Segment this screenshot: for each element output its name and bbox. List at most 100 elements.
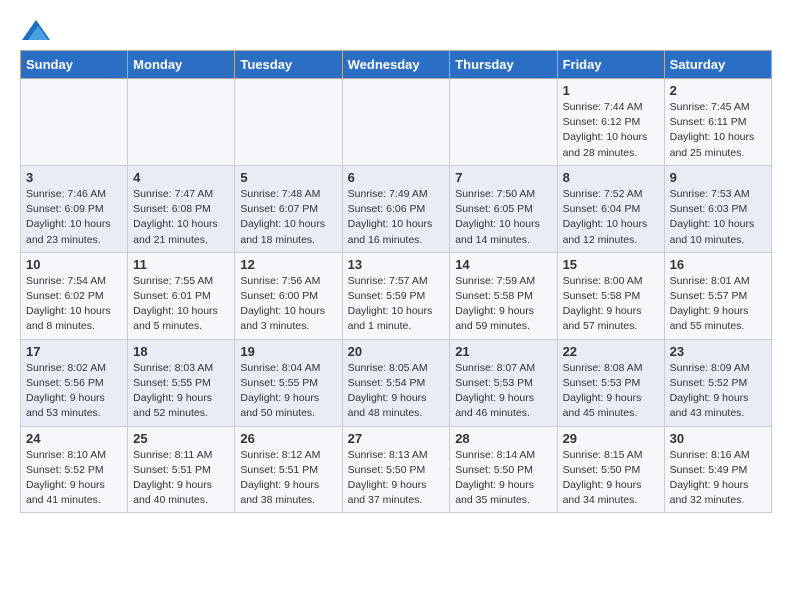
day-info: Sunrise: 7:52 AM Sunset: 6:04 PM Dayligh… (563, 187, 659, 248)
day-info: Sunrise: 8:02 AM Sunset: 5:56 PM Dayligh… (26, 361, 122, 422)
day-info: Sunrise: 8:12 AM Sunset: 5:51 PM Dayligh… (240, 448, 336, 509)
calendar-cell: 10 Sunrise: 7:54 AM Sunset: 6:02 PM Dayli… (21, 252, 128, 339)
day-info: Sunrise: 8:15 AM Sunset: 5:50 PM Dayligh… (563, 448, 659, 509)
calendar-week-row: 1 Sunrise: 7:44 AM Sunset: 6:12 PM Daylig… (21, 79, 772, 166)
calendar-cell: 15Sunrise: 8:00 AM Sunset: 5:58 PM Dayli… (557, 252, 664, 339)
calendar-cell: 11 Sunrise: 7:55 AM Sunset: 6:01 PM Dayli… (128, 252, 235, 339)
day-number: 10 (26, 257, 122, 272)
day-info: Sunrise: 8:11 AM Sunset: 5:51 PM Dayligh… (133, 448, 229, 509)
calendar-cell: 18Sunrise: 8:03 AM Sunset: 5:55 PM Dayli… (128, 339, 235, 426)
day-number: 25 (133, 431, 229, 446)
calendar-cell (128, 79, 235, 166)
day-info: Sunrise: 7:47 AM Sunset: 6:08 PM Dayligh… (133, 187, 229, 248)
weekday-header-tuesday: Tuesday (235, 51, 342, 79)
day-info: Sunrise: 7:46 AM Sunset: 6:09 PM Dayligh… (26, 187, 122, 248)
calendar-cell: 20 Sunrise: 8:05 AM Sunset: 5:54 PM Dayli… (342, 339, 450, 426)
calendar-cell: 4 Sunrise: 7:47 AM Sunset: 6:08 PM Daylig… (128, 165, 235, 252)
day-number: 23 (670, 344, 766, 359)
calendar-week-row: 3 Sunrise: 7:46 AM Sunset: 6:09 PM Daylig… (21, 165, 772, 252)
calendar-cell: 28 Sunrise: 8:14 AM Sunset: 5:50 PM Dayli… (450, 426, 557, 513)
calendar-cell: 1 Sunrise: 7:44 AM Sunset: 6:12 PM Daylig… (557, 79, 664, 166)
day-info: Sunrise: 7:49 AM Sunset: 6:06 PM Dayligh… (348, 187, 445, 248)
day-info: Sunrise: 7:44 AM Sunset: 6:12 PM Dayligh… (563, 100, 659, 161)
day-info: Sunrise: 8:14 AM Sunset: 5:50 PM Dayligh… (455, 448, 551, 509)
day-info: Sunrise: 8:05 AM Sunset: 5:54 PM Dayligh… (348, 361, 445, 422)
day-number: 16 (670, 257, 766, 272)
calendar-week-row: 17 Sunrise: 8:02 AM Sunset: 5:56 PM Dayli… (21, 339, 772, 426)
calendar-cell: 3 Sunrise: 7:46 AM Sunset: 6:09 PM Daylig… (21, 165, 128, 252)
calendar-cell: 26 Sunrise: 8:12 AM Sunset: 5:51 PM Dayli… (235, 426, 342, 513)
day-info: Sunrise: 7:57 AM Sunset: 5:59 PM Dayligh… (348, 274, 445, 335)
calendar-table: SundayMondayTuesdayWednesdayThursdayFrid… (20, 50, 772, 513)
calendar-cell (450, 79, 557, 166)
day-info: Sunrise: 8:00 AM Sunset: 5:58 PM Dayligh… (563, 274, 659, 335)
day-number: 27 (348, 431, 445, 446)
day-number: 12 (240, 257, 336, 272)
day-number: 4 (133, 170, 229, 185)
day-info: Sunrise: 8:09 AM Sunset: 5:52 PM Dayligh… (670, 361, 766, 422)
day-number: 26 (240, 431, 336, 446)
weekday-header-sunday: Sunday (21, 51, 128, 79)
calendar-cell: 24 Sunrise: 8:10 AM Sunset: 5:52 PM Dayli… (21, 426, 128, 513)
day-number: 5 (240, 170, 336, 185)
day-info: Sunrise: 8:04 AM Sunset: 5:55 PM Dayligh… (240, 361, 336, 422)
weekday-header-saturday: Saturday (664, 51, 771, 79)
page: SundayMondayTuesdayWednesdayThursdayFrid… (0, 0, 792, 523)
day-number: 18 (133, 344, 229, 359)
weekday-header-friday: Friday (557, 51, 664, 79)
day-info: Sunrise: 8:16 AM Sunset: 5:49 PM Dayligh… (670, 448, 766, 509)
calendar-cell: 7 Sunrise: 7:50 AM Sunset: 6:05 PM Daylig… (450, 165, 557, 252)
calendar-cell: 25 Sunrise: 8:11 AM Sunset: 5:51 PM Dayli… (128, 426, 235, 513)
day-number: 29 (563, 431, 659, 446)
day-info: Sunrise: 7:50 AM Sunset: 6:05 PM Dayligh… (455, 187, 551, 248)
day-number: 24 (26, 431, 122, 446)
day-info: Sunrise: 7:59 AM Sunset: 5:58 PM Dayligh… (455, 274, 551, 335)
calendar-cell: 23 Sunrise: 8:09 AM Sunset: 5:52 PM Dayli… (664, 339, 771, 426)
day-number: 20 (348, 344, 445, 359)
calendar-header-row: SundayMondayTuesdayWednesdayThursdayFrid… (21, 51, 772, 79)
calendar-cell: 29 Sunrise: 8:15 AM Sunset: 5:50 PM Dayli… (557, 426, 664, 513)
day-info: Sunrise: 7:55 AM Sunset: 6:01 PM Dayligh… (133, 274, 229, 335)
day-number: 22 (563, 344, 659, 359)
day-number: 3 (26, 170, 122, 185)
day-info: Sunrise: 8:01 AM Sunset: 5:57 PM Dayligh… (670, 274, 766, 335)
day-number: 28 (455, 431, 551, 446)
day-info: Sunrise: 7:45 AM Sunset: 6:11 PM Dayligh… (670, 100, 766, 161)
weekday-header-monday: Monday (128, 51, 235, 79)
day-number: 17 (26, 344, 122, 359)
day-info: Sunrise: 8:13 AM Sunset: 5:50 PM Dayligh… (348, 448, 445, 509)
calendar-cell: 5Sunrise: 7:48 AM Sunset: 6:07 PM Daylig… (235, 165, 342, 252)
day-number: 8 (563, 170, 659, 185)
calendar-cell: 22 Sunrise: 8:08 AM Sunset: 5:53 PM Dayli… (557, 339, 664, 426)
day-number: 9 (670, 170, 766, 185)
day-number: 21 (455, 344, 551, 359)
calendar-cell: 6Sunrise: 7:49 AM Sunset: 6:06 PM Daylig… (342, 165, 450, 252)
header (20, 20, 772, 40)
day-number: 1 (563, 83, 659, 98)
calendar-cell: 14 Sunrise: 7:59 AM Sunset: 5:58 PM Dayli… (450, 252, 557, 339)
calendar-cell (342, 79, 450, 166)
day-info: Sunrise: 7:54 AM Sunset: 6:02 PM Dayligh… (26, 274, 122, 335)
day-info: Sunrise: 8:07 AM Sunset: 5:53 PM Dayligh… (455, 361, 551, 422)
logo (20, 20, 50, 40)
calendar-cell: 2Sunrise: 7:45 AM Sunset: 6:11 PM Daylig… (664, 79, 771, 166)
calendar-cell: 21 Sunrise: 8:07 AM Sunset: 5:53 PM Dayli… (450, 339, 557, 426)
calendar-cell (21, 79, 128, 166)
calendar-week-row: 24 Sunrise: 8:10 AM Sunset: 5:52 PM Dayli… (21, 426, 772, 513)
calendar-week-row: 10 Sunrise: 7:54 AM Sunset: 6:02 PM Dayli… (21, 252, 772, 339)
day-info: Sunrise: 8:10 AM Sunset: 5:52 PM Dayligh… (26, 448, 122, 509)
calendar-cell (235, 79, 342, 166)
day-number: 14 (455, 257, 551, 272)
calendar-cell: 16 Sunrise: 8:01 AM Sunset: 5:57 PM Dayli… (664, 252, 771, 339)
day-number: 11 (133, 257, 229, 272)
day-number: 7 (455, 170, 551, 185)
calendar-cell: 17 Sunrise: 8:02 AM Sunset: 5:56 PM Dayli… (21, 339, 128, 426)
calendar-cell: 30 Sunrise: 8:16 AM Sunset: 5:49 PM Dayli… (664, 426, 771, 513)
day-info: Sunrise: 8:08 AM Sunset: 5:53 PM Dayligh… (563, 361, 659, 422)
weekday-header-wednesday: Wednesday (342, 51, 450, 79)
day-number: 13 (348, 257, 445, 272)
calendar-cell: 12Sunrise: 7:56 AM Sunset: 6:00 PM Dayli… (235, 252, 342, 339)
day-number: 30 (670, 431, 766, 446)
day-number: 19 (240, 344, 336, 359)
calendar-cell: 9Sunrise: 7:53 AM Sunset: 6:03 PM Daylig… (664, 165, 771, 252)
